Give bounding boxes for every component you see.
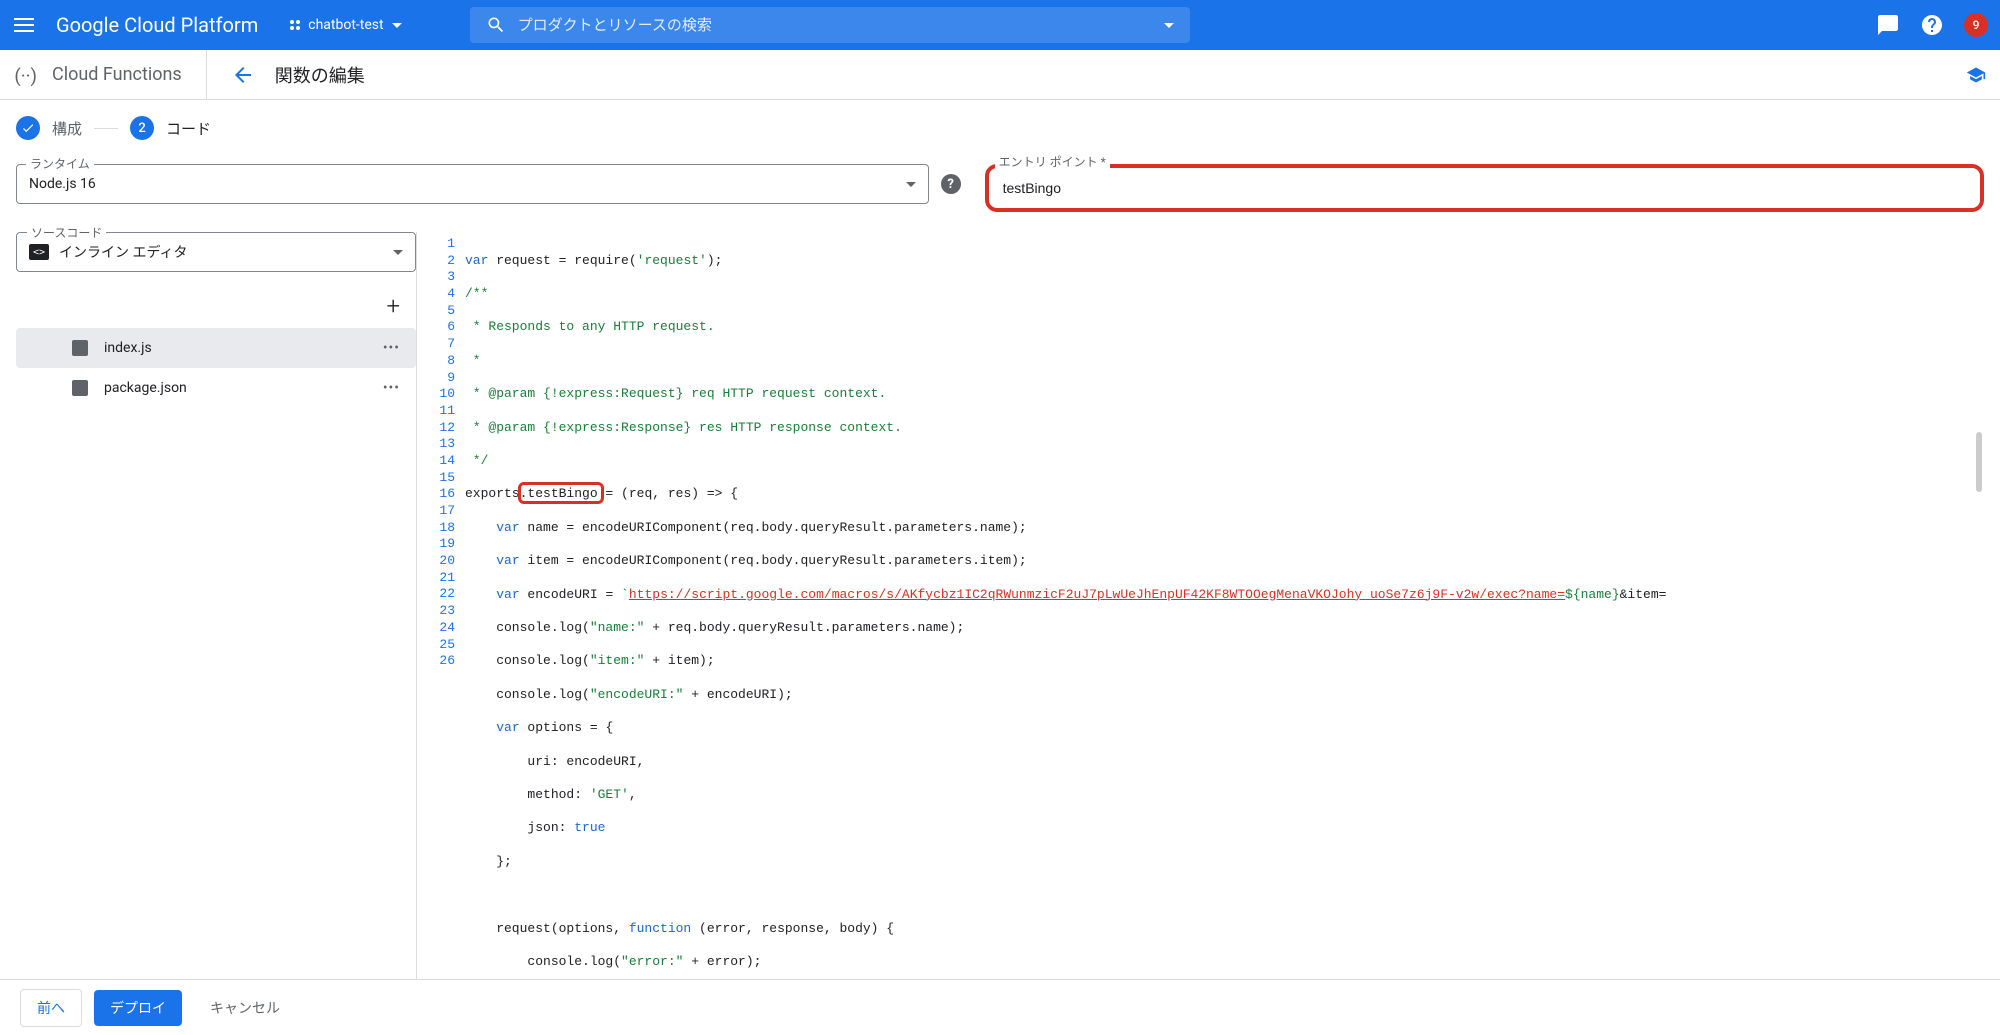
help-icon[interactable] bbox=[1920, 13, 1944, 37]
gcp-logo[interactable]: Google Cloud Platform bbox=[56, 13, 258, 37]
source-value: インライン エディタ bbox=[59, 242, 393, 262]
cancel-button[interactable]: キャンセル bbox=[194, 990, 296, 1026]
hamburger-menu-icon[interactable] bbox=[12, 13, 36, 37]
file-more-icon[interactable]: ••• bbox=[383, 380, 400, 396]
search-input[interactable] bbox=[518, 17, 1164, 34]
learn-icon[interactable] bbox=[1964, 65, 1988, 85]
runtime-help-icon[interactable]: ? bbox=[941, 174, 961, 194]
product-name[interactable]: Cloud Functions bbox=[52, 50, 207, 100]
page-title: 関数の編集 bbox=[275, 62, 365, 88]
content-split: ソースコード <> インライン エディタ + index.js ••• pack… bbox=[0, 232, 2000, 987]
file-name: index.js bbox=[104, 340, 367, 356]
add-file-button[interactable]: + bbox=[386, 292, 400, 320]
file-item-package-json[interactable]: package.json ••• bbox=[16, 368, 416, 408]
project-name: chatbot-test bbox=[308, 17, 383, 33]
search-box[interactable] bbox=[470, 7, 1190, 43]
search-icon bbox=[486, 15, 506, 35]
step-2-circle[interactable]: 2 bbox=[130, 116, 154, 140]
runtime-label: ランタイム bbox=[26, 155, 94, 172]
project-selector[interactable]: chatbot-test bbox=[282, 13, 409, 37]
entry-point-label: エントリ ポイント * bbox=[995, 153, 1110, 170]
code-body[interactable]: var request = require('request'); /** * … bbox=[465, 232, 1984, 987]
sub-header: (··) Cloud Functions 関数の編集 bbox=[0, 50, 2000, 100]
source-code-selector[interactable]: ソースコード <> インライン エディタ bbox=[16, 232, 416, 272]
scrollbar-thumb[interactable] bbox=[1976, 432, 1982, 492]
step-1-done-icon[interactable] bbox=[16, 116, 40, 140]
cloud-functions-icon: (··) bbox=[12, 61, 40, 89]
file-icon bbox=[72, 380, 88, 396]
footer-bar: 前へ デプロイ キャンセル bbox=[0, 979, 2000, 1035]
entry-point-highlight: エントリ ポイント * bbox=[985, 164, 1984, 212]
file-icon bbox=[72, 340, 88, 356]
chevron-down-icon[interactable] bbox=[1164, 23, 1174, 28]
back-arrow-icon[interactable] bbox=[231, 63, 255, 87]
source-label: ソースコード bbox=[27, 224, 106, 241]
prev-button[interactable]: 前へ bbox=[20, 989, 82, 1027]
entry-point-field-wrapper: エントリ ポイント * bbox=[985, 164, 1984, 212]
file-item-index-js[interactable]: index.js ••• bbox=[16, 328, 416, 368]
runtime-field[interactable]: ランタイム Node.js 16 bbox=[16, 164, 929, 204]
deploy-button[interactable]: デプロイ bbox=[94, 990, 182, 1026]
code-editor[interactable]: 1234567891011121314151617181920212223242… bbox=[416, 232, 1984, 987]
entry-point-input[interactable] bbox=[1003, 180, 1966, 196]
top-header: Google Cloud Platform chatbot-test 9 bbox=[0, 0, 2000, 50]
runtime-value: Node.js 16 bbox=[29, 176, 906, 192]
notification-badge[interactable]: 9 bbox=[1964, 13, 1988, 37]
chevron-down-icon bbox=[392, 23, 402, 28]
step-1-label[interactable]: 構成 bbox=[52, 118, 82, 139]
svg-text:(··): (··) bbox=[14, 65, 37, 87]
step-connector bbox=[94, 128, 118, 129]
file-more-icon[interactable]: ••• bbox=[383, 340, 400, 356]
form-row: ランタイム Node.js 16 ? エントリ ポイント * bbox=[0, 164, 2000, 232]
line-gutter: 1234567891011121314151617181920212223242… bbox=[417, 232, 465, 987]
file-list: index.js ••• package.json ••• bbox=[16, 328, 416, 408]
left-panel: ソースコード <> インライン エディタ + index.js ••• pack… bbox=[16, 232, 416, 987]
code-icon: <> bbox=[29, 244, 49, 260]
chevron-down-icon bbox=[906, 182, 916, 187]
project-dots-icon bbox=[290, 20, 300, 30]
chevron-down-icon bbox=[393, 250, 403, 255]
header-right: 9 bbox=[1876, 13, 1988, 37]
chat-icon[interactable] bbox=[1876, 13, 1900, 37]
file-name: package.json bbox=[104, 380, 367, 396]
step-2-label[interactable]: コード bbox=[166, 118, 211, 139]
